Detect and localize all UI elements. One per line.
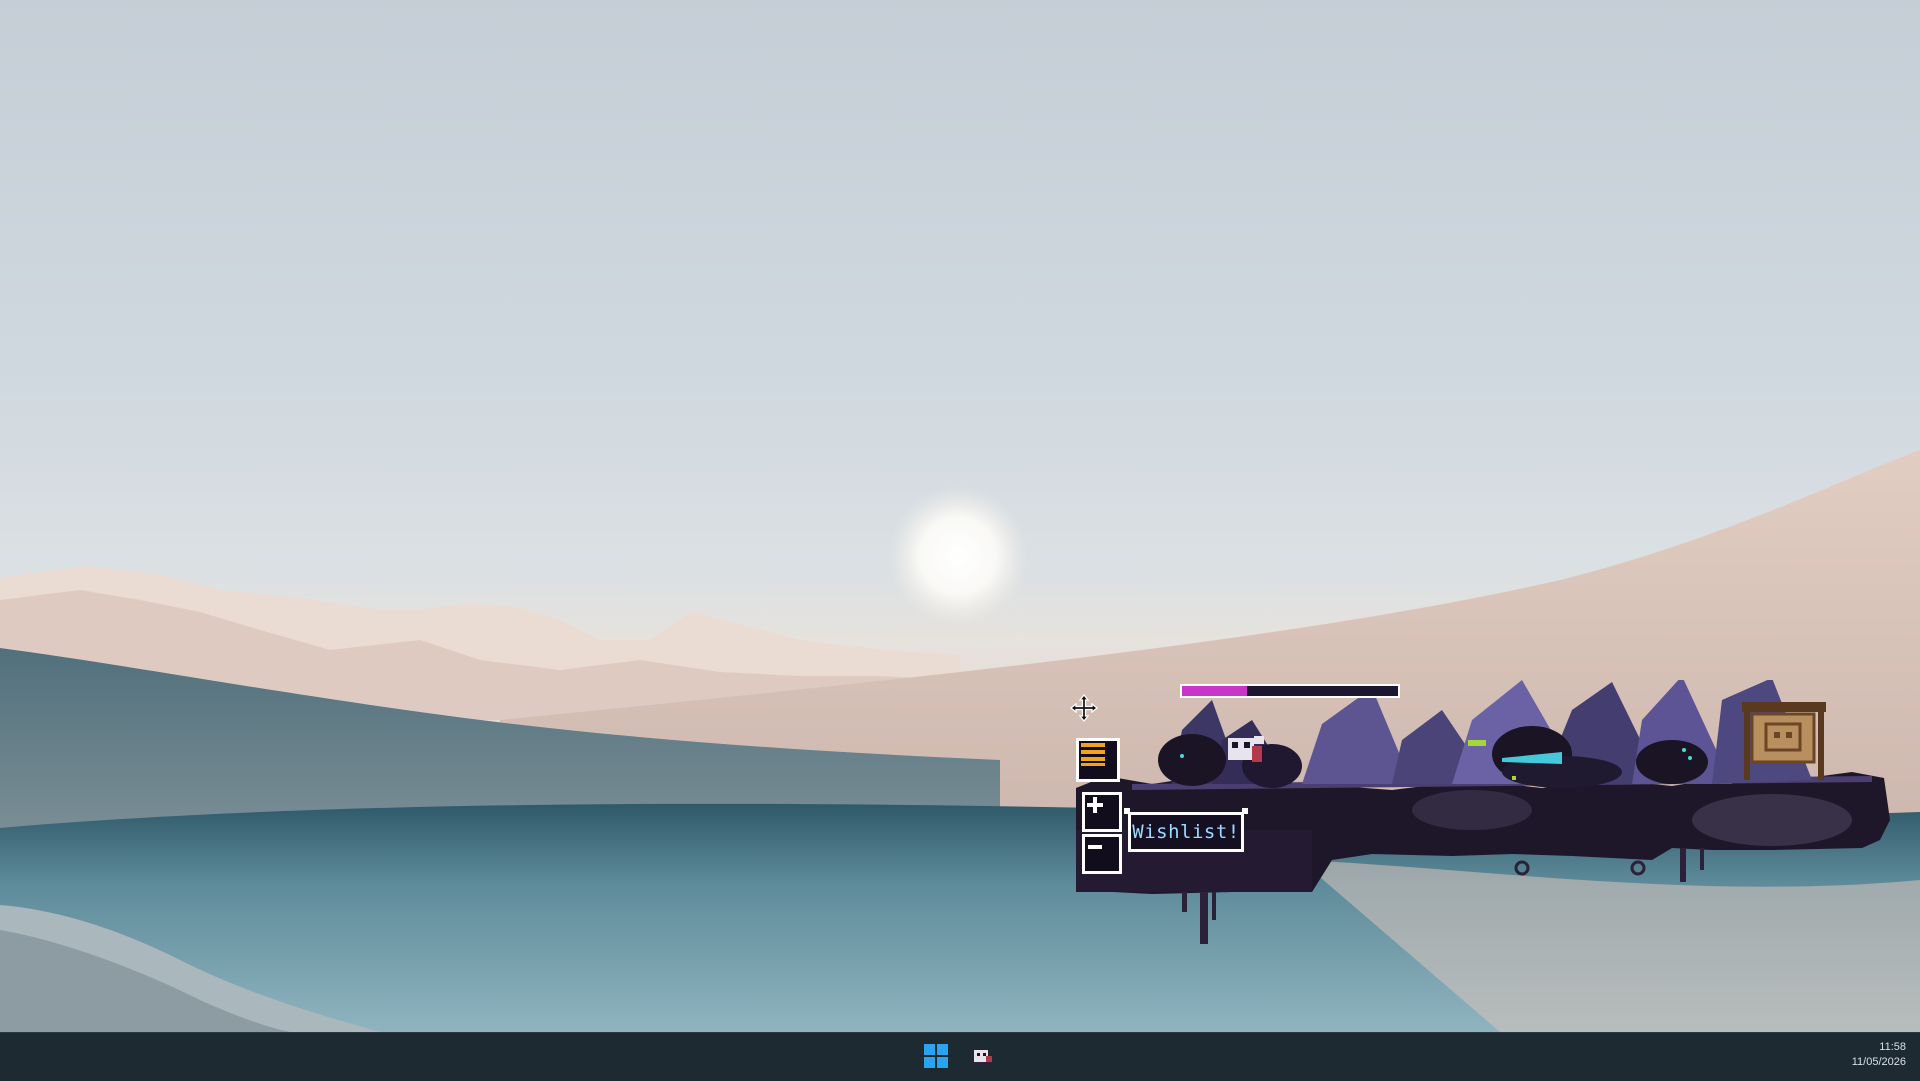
- zoom-out-button[interactable]: [1082, 834, 1122, 874]
- taskbar-game-app[interactable]: [968, 1042, 996, 1070]
- desktop-game-widget[interactable]: Wishlist!: [1072, 680, 1892, 960]
- health-bar: [1180, 684, 1400, 698]
- wishlist-button[interactable]: Wishlist!: [1124, 808, 1248, 852]
- sun: [888, 486, 1028, 626]
- taskbar-clock[interactable]: 11:58 11/05/2026: [1852, 1040, 1906, 1070]
- taskbar: [0, 1032, 1920, 1081]
- clock-time: 11:58: [1879, 1041, 1906, 1053]
- menu-lines-icon: [1081, 743, 1105, 766]
- start-button[interactable]: [924, 1044, 948, 1068]
- plus-icon: [1087, 797, 1103, 813]
- minus-icon: [1088, 845, 1102, 849]
- clock-date: 11/05/2026: [1851, 1056, 1906, 1068]
- health-bar-fill: [1182, 686, 1247, 696]
- wishlist-label: Wishlist!: [1132, 821, 1240, 843]
- game-app-icon: [972, 1050, 992, 1066]
- zoom-in-button[interactable]: [1082, 792, 1122, 832]
- menu-button[interactable]: [1076, 738, 1120, 782]
